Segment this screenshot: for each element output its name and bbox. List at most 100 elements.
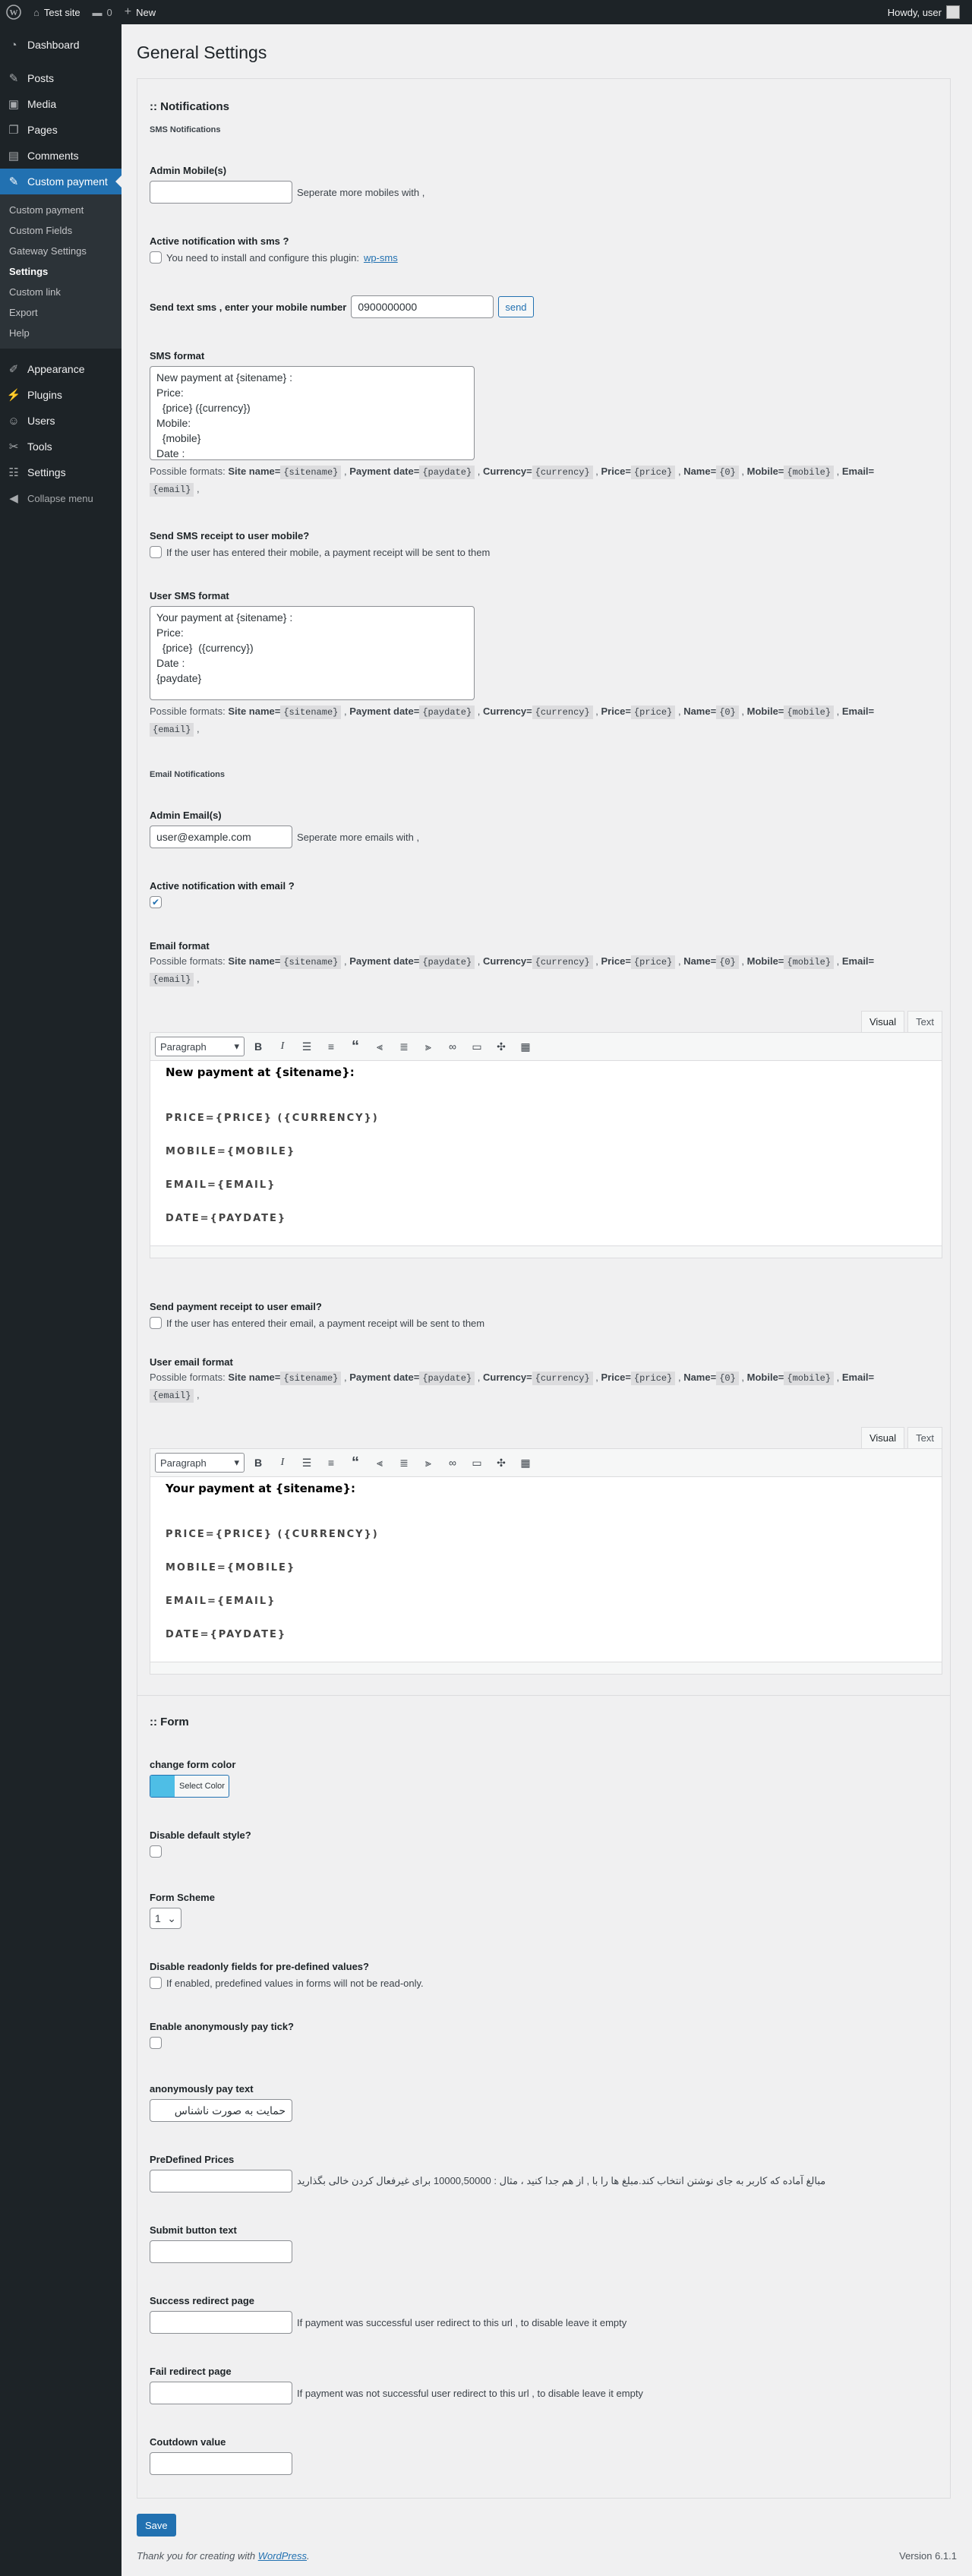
wp-sms-link[interactable]: wp-sms — [364, 252, 398, 264]
tab-text[interactable]: Text — [907, 1427, 942, 1448]
editor-line: MOBILE={MOBILE} — [166, 1562, 296, 1574]
editor-resize-handle[interactable] — [150, 1246, 942, 1258]
wordpress-logo-icon[interactable]: W — [0, 0, 27, 24]
blockquote-icon[interactable]: “ — [345, 1036, 366, 1057]
fail-redirect-input[interactable] — [150, 2382, 292, 2404]
possible-formats: Possible formats: Site name= {sitename} ,… — [150, 706, 875, 737]
form-scheme-value: 1 — [155, 1912, 161, 1924]
menu-plugins[interactable]: ⚡ Plugins — [0, 382, 122, 408]
success-redirect-input[interactable] — [150, 2311, 292, 2334]
bullet-list-icon[interactable]: ☰ — [296, 1036, 317, 1057]
submenu-custom-fields[interactable]: Custom Fields — [0, 220, 122, 241]
submenu-gateway-settings[interactable]: Gateway Settings — [0, 241, 122, 261]
read-more-icon[interactable]: ▭ — [466, 1036, 488, 1057]
bold-icon[interactable]: B — [248, 1452, 269, 1473]
italic-icon[interactable]: I — [272, 1452, 293, 1473]
menu-posts[interactable]: ✎ Posts — [0, 65, 122, 91]
format-code: {price} — [630, 466, 676, 479]
format-name: Price= — [601, 466, 631, 477]
anon-pay-checkbox[interactable] — [150, 2037, 162, 2049]
menu-custom-payment[interactable]: ✎ Custom payment — [0, 169, 122, 194]
submenu-settings[interactable]: Settings — [0, 261, 122, 282]
format-name: Payment date= — [349, 706, 420, 717]
comments-link[interactable]: ▬ 0 — [87, 0, 118, 24]
active-sms-label: Active notification with sms ? — [150, 235, 289, 247]
new-content-link[interactable]: + New — [118, 0, 162, 24]
active-email-checkbox[interactable]: ✔ — [150, 896, 162, 908]
format-name: Name= — [683, 1372, 717, 1383]
numbered-list-icon[interactable]: ≡ — [320, 1452, 342, 1473]
fullscreen-icon[interactable]: ✣ — [491, 1452, 512, 1473]
link-icon[interactable]: ∞ — [442, 1036, 463, 1057]
collapse-menu-button[interactable]: ◀ Collapse menu — [0, 485, 122, 511]
editor-content[interactable]: Your payment at {sitename}: PRICE={PRICE… — [150, 1477, 942, 1662]
editor-resize-handle[interactable] — [150, 1662, 942, 1675]
sms-format-textarea[interactable]: New payment at {sitename} : Price: {pric… — [150, 366, 475, 460]
submit-text-input[interactable] — [150, 2240, 292, 2263]
menu-tools[interactable]: ✂ Tools — [0, 434, 122, 459]
my-account[interactable]: Howdy, user — [888, 5, 972, 19]
submenu-export[interactable]: Export — [0, 302, 122, 323]
send-sms-button[interactable]: send — [498, 296, 534, 317]
menu-users[interactable]: ☺ Users — [0, 408, 122, 434]
footer-version: Version 6.1.1 — [899, 2550, 957, 2562]
submenu-custom-link[interactable]: Custom link — [0, 282, 122, 302]
predefined-prices-input[interactable] — [150, 2170, 292, 2192]
disable-style-checkbox[interactable] — [150, 1845, 162, 1858]
avatar — [946, 5, 960, 19]
select-color-button[interactable]: Select Color — [150, 1775, 229, 1798]
save-button[interactable]: Save — [137, 2514, 176, 2537]
menu-comments[interactable]: ▤ Comments — [0, 143, 122, 169]
align-left-icon[interactable]: ⫷ — [369, 1452, 390, 1473]
footer-thanks-prefix: Thank you for creating with — [137, 2550, 256, 2562]
toolbar-toggle-icon[interactable]: ▦ — [515, 1036, 536, 1057]
bold-icon[interactable]: B — [248, 1036, 269, 1057]
tab-visual[interactable]: Visual — [860, 1011, 905, 1032]
user-email-format-field: User email format Possible formats: Site… — [150, 1356, 938, 1404]
format-select[interactable]: Paragraph ▾ — [155, 1453, 245, 1473]
menu-settings[interactable]: ☷ Settings — [0, 459, 122, 485]
submenu-custom-payment[interactable]: Custom payment — [0, 200, 122, 220]
menu-pages[interactable]: ❐ Pages — [0, 117, 122, 143]
email-format-label: Email format — [150, 940, 210, 952]
tab-visual[interactable]: Visual — [860, 1427, 905, 1448]
blockquote-icon[interactable]: “ — [345, 1452, 366, 1473]
submit-text-field: Submit button text — [150, 2224, 938, 2263]
menu-dashboard[interactable]: ◔ Dashboard — [0, 32, 122, 58]
submenu-help[interactable]: Help — [0, 323, 122, 343]
admin-mobile-input[interactable] — [150, 181, 292, 204]
format-name: Email= — [841, 955, 875, 967]
bullet-list-icon[interactable]: ☰ — [296, 1452, 317, 1473]
align-right-icon[interactable]: ⫸ — [418, 1452, 439, 1473]
user-sms-textarea[interactable]: Your payment at {sitename} : Price: {pri… — [150, 606, 475, 700]
countdown-input[interactable] — [150, 2452, 292, 2475]
menu-media[interactable]: ▣ Media — [0, 91, 122, 117]
toolbar-toggle-icon[interactable]: ▦ — [515, 1452, 536, 1473]
anon-text-input[interactable] — [150, 2099, 292, 2122]
align-center-icon[interactable]: ≣ — [393, 1452, 415, 1473]
italic-icon[interactable]: I — [272, 1036, 293, 1057]
plugin-icon: ⚡ — [6, 389, 21, 402]
align-center-icon[interactable]: ≣ — [393, 1036, 415, 1057]
editor-content[interactable]: New payment at {sitename}: PRICE={PRICE}… — [150, 1061, 942, 1246]
send-email-receipt-checkbox[interactable] — [150, 1317, 162, 1329]
align-right-icon[interactable]: ⫸ — [418, 1036, 439, 1057]
form-scheme-select[interactable]: 1 ⌄ — [150, 1908, 181, 1929]
format-select[interactable]: Paragraph ▾ — [155, 1037, 245, 1056]
read-more-icon[interactable]: ▭ — [466, 1452, 488, 1473]
readonly-checkbox[interactable] — [150, 1977, 162, 1989]
test-mobile-input[interactable] — [351, 295, 494, 318]
send-sms-receipt-checkbox[interactable] — [150, 546, 162, 558]
fullscreen-icon[interactable]: ✣ — [491, 1036, 512, 1057]
align-left-icon[interactable]: ⫷ — [369, 1036, 390, 1057]
admin-bar: W ⌂ Test site ▬ 0 + New Howdy, user — [0, 0, 972, 24]
tab-text[interactable]: Text — [907, 1011, 942, 1032]
numbered-list-icon[interactable]: ≡ — [320, 1036, 342, 1057]
wordpress-link[interactable]: WordPress — [258, 2550, 307, 2562]
admin-email-input[interactable] — [150, 826, 292, 848]
site-name-link[interactable]: ⌂ Test site — [27, 0, 87, 24]
link-icon[interactable]: ∞ — [442, 1452, 463, 1473]
predefined-prices-field: PreDefined Prices مبالغ آماده که کاربر ب… — [150, 2154, 938, 2192]
active-sms-checkbox[interactable] — [150, 251, 162, 264]
menu-appearance[interactable]: ✐ Appearance — [0, 356, 122, 382]
